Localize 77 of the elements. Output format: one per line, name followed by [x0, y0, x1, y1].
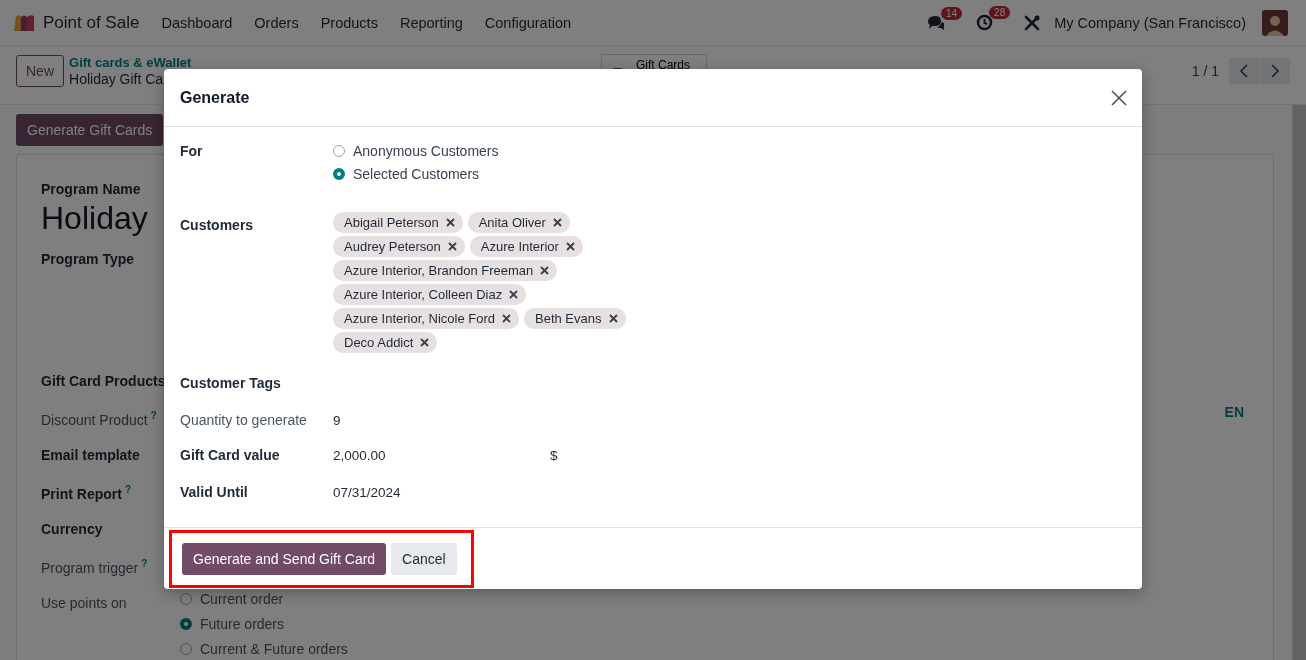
smart-button-label: Gift Cards	[636, 58, 690, 72]
field-label: Program Type	[41, 251, 136, 267]
app-name[interactable]: Point of Sale	[43, 12, 140, 33]
app-logo-icon	[13, 13, 35, 32]
tag-label: Azure Interior, Brandon Freeman	[344, 262, 534, 278]
pager-value: 1 / 1	[1191, 63, 1219, 79]
field-label: Print Report	[41, 485, 122, 502]
currency-symbol: $	[550, 448, 558, 463]
radio-button[interactable]	[333, 144, 345, 157]
menu-item[interactable]: Products	[320, 14, 378, 31]
tag-label: Azure Interior, Colleen Diaz	[344, 286, 503, 302]
field-label: Use points on	[41, 595, 127, 611]
radio-label: Current & Future orders	[200, 640, 348, 657]
remove-icon[interactable]	[447, 241, 457, 251]
remove-icon[interactable]	[502, 313, 511, 323]
message-count-badge: 14	[940, 6, 963, 20]
generate-gift-cards-button[interactable]: Generate Gift Cards	[16, 114, 164, 146]
tag-label: Audrey Peterson	[344, 238, 441, 254]
field-label: Currency	[41, 521, 103, 537]
clock-icon[interactable]	[976, 14, 994, 31]
field-label: Discount Product	[41, 411, 148, 428]
field-label: Valid Until	[180, 484, 249, 502]
radio-label: Selected Customers	[353, 165, 480, 182]
field-label: Customers	[180, 217, 255, 235]
breadcrumb-link[interactable]: Gift cards & eWallet	[69, 55, 192, 71]
company-switcher[interactable]: My Company (San Francisco)	[1054, 14, 1246, 31]
help-tooltip-mark[interactable]: ?	[150, 410, 157, 421]
breadcrumb-current: Holiday Gift Ca	[69, 71, 165, 87]
avatar-icon[interactable]	[1262, 9, 1288, 36]
tag-label: Anita Oliver	[478, 214, 546, 230]
tag-label: Azure Interior	[480, 238, 559, 254]
field-label: Program Name	[41, 181, 142, 197]
remove-icon[interactable]	[509, 289, 519, 299]
radio-label: Anonymous Customers	[353, 142, 499, 159]
program-name-value: Holiday	[41, 200, 148, 237]
field-label: Email template	[41, 447, 140, 463]
remove-icon[interactable]	[608, 313, 618, 323]
field-label: Program trigger	[41, 559, 139, 576]
tag-label: Abigail Peterson	[344, 214, 439, 230]
valid-until-value[interactable]: 07/31/2024	[333, 485, 401, 500]
generate-and-send-button[interactable]: Generate and Send Gift Card	[182, 543, 387, 575]
gift-card-value[interactable]: 2,000.00	[333, 448, 550, 463]
tag-label: Deco Addict	[344, 334, 414, 350]
menu-item[interactable]: Reporting	[399, 14, 463, 31]
remove-icon[interactable]	[565, 241, 575, 251]
remove-icon[interactable]	[540, 265, 550, 275]
close-icon[interactable]	[1111, 89, 1127, 106]
field-label: Customer Tags	[180, 375, 282, 393]
radio-button[interactable]	[180, 642, 192, 655]
chat-icon[interactable]	[926, 14, 945, 31]
radio-button[interactable]	[180, 592, 192, 605]
field-label: Gift Card Products	[41, 373, 166, 389]
field-label: Gift Card value	[180, 447, 281, 465]
language-badge[interactable]: EN	[1224, 404, 1244, 420]
new-button[interactable]: New	[16, 55, 64, 87]
remove-icon[interactable]	[445, 217, 455, 227]
dialog-title: Generate	[180, 88, 250, 107]
help-tooltip-mark[interactable]: ?	[141, 558, 148, 569]
remove-icon[interactable]	[552, 217, 562, 227]
menu-item[interactable]: Dashboard	[161, 14, 233, 31]
radio-button[interactable]	[180, 617, 192, 630]
field-label: For	[180, 143, 204, 161]
remove-icon[interactable]	[420, 337, 430, 347]
scrollbar[interactable]	[1292, 105, 1306, 660]
radio-label: Current order	[200, 590, 284, 607]
quantity-value[interactable]: 9	[333, 413, 341, 428]
radio-button[interactable]	[333, 167, 345, 180]
cancel-button[interactable]: Cancel	[391, 543, 457, 575]
help-tooltip-mark[interactable]: ?	[124, 484, 131, 495]
activity-count-badge: 28	[989, 6, 1011, 19]
radio-label: Future orders	[200, 615, 285, 632]
tag-label: Beth Evans	[535, 310, 602, 326]
menu-item[interactable]: Configuration	[484, 14, 572, 31]
tools-icon[interactable]	[1024, 14, 1041, 31]
field-label: Quantity to generate	[180, 412, 308, 430]
tag-label: Azure Interior, Nicole Ford	[344, 310, 495, 326]
menu-item[interactable]: Orders	[254, 14, 299, 31]
